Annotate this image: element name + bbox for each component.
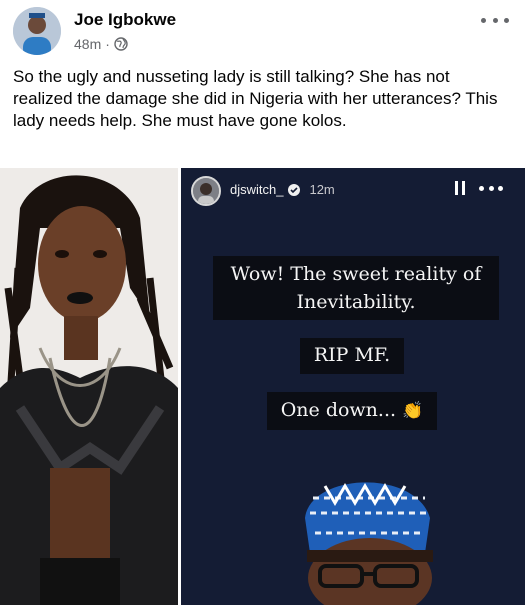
dot bbox=[492, 17, 498, 23]
author-avatar[interactable] bbox=[13, 7, 61, 55]
story-header: djswitch_ 12m bbox=[181, 168, 525, 208]
post-time[interactable]: 48m bbox=[74, 36, 101, 52]
story-time: 12m bbox=[309, 182, 335, 197]
verified-check bbox=[290, 186, 299, 193]
pause-bar bbox=[455, 181, 458, 195]
post-header: Joe Igbokwe 48m · bbox=[0, 0, 525, 62]
story-avatar[interactable] bbox=[191, 176, 221, 206]
story-username[interactable]: djswitch_ bbox=[230, 182, 283, 197]
dot bbox=[488, 186, 494, 191]
pause-bar bbox=[462, 181, 465, 195]
post-media[interactable]: djswitch_ 12m Wow! The sweet reality of … bbox=[0, 168, 525, 605]
story-user-row: djswitch_ 12m bbox=[230, 182, 335, 197]
verified-badge-icon bbox=[288, 183, 301, 196]
dot bbox=[504, 17, 509, 23]
story-avatar-image bbox=[193, 178, 219, 204]
globe-icon[interactable] bbox=[114, 37, 128, 51]
author-name[interactable]: Joe Igbokwe bbox=[74, 10, 176, 30]
clapping-hands-emoji: 👏 bbox=[402, 401, 424, 421]
caption-text: One down... bbox=[280, 399, 397, 421]
meta-separator: · bbox=[105, 36, 110, 52]
post-text: So the ugly and nusseting lady is still … bbox=[13, 67, 498, 130]
post-meta: 48m · bbox=[74, 35, 128, 53]
avatar-image bbox=[13, 7, 61, 55]
story-caption-2: RIP MF. bbox=[300, 338, 404, 374]
instagram-story-screenshot[interactable]: djswitch_ 12m Wow! The sweet reality of … bbox=[181, 168, 525, 605]
story-more-button[interactable] bbox=[479, 186, 503, 191]
woman-photo-image bbox=[0, 168, 178, 605]
man-photo bbox=[305, 482, 433, 605]
dot bbox=[481, 17, 486, 23]
pause-icon[interactable] bbox=[455, 181, 465, 195]
more-options-button[interactable] bbox=[481, 12, 509, 28]
dot bbox=[498, 186, 503, 191]
woman-photo[interactable] bbox=[0, 168, 178, 605]
story-caption-3: One down... 👏 bbox=[267, 392, 437, 430]
story-caption-1: Wow! The sweet reality of Inevitability. bbox=[213, 256, 499, 320]
dot bbox=[479, 186, 484, 191]
